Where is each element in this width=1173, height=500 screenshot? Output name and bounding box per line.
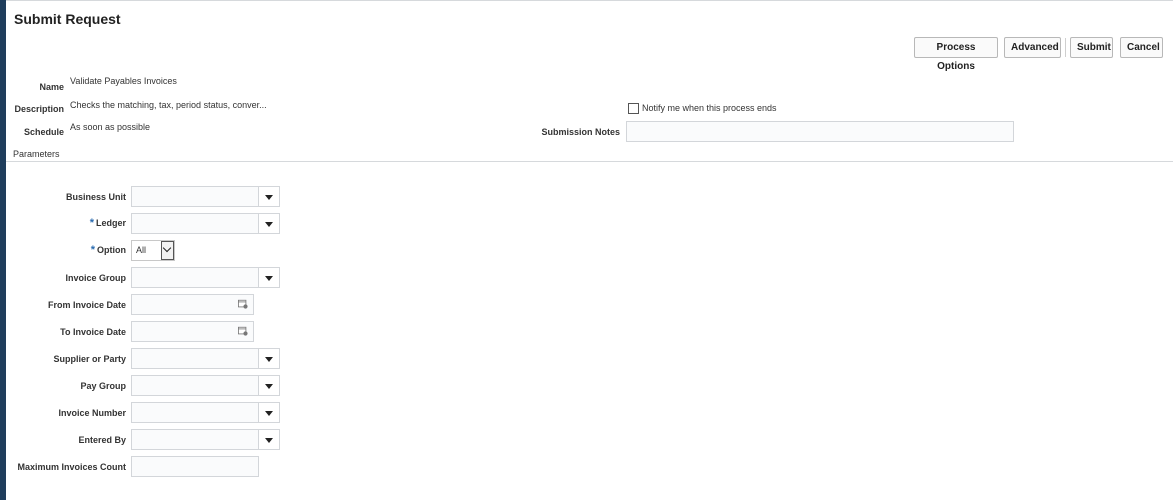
entered-by-combo[interactable] [131, 429, 280, 450]
pay-group-combo[interactable] [131, 375, 280, 396]
invoice-number-input[interactable] [132, 403, 262, 422]
advanced-button[interactable]: Advanced [1004, 37, 1061, 58]
option-selected-value: All [136, 245, 147, 255]
cancel-button[interactable]: Cancel [1120, 37, 1163, 58]
calendar-icon[interactable] [238, 326, 248, 336]
schedule-label: Schedule [23, 127, 64, 137]
parameters-divider [6, 161, 1173, 162]
name-label: Name [39, 82, 64, 92]
ledger-label: * Ledger [89, 217, 126, 229]
invoice-group-combo[interactable] [131, 267, 280, 288]
option-label: * Option [90, 244, 126, 256]
business-unit-input[interactable] [132, 187, 262, 206]
chevron-down-icon[interactable] [258, 349, 279, 368]
business-unit-label: Business Unit [65, 192, 126, 202]
chevron-down-icon[interactable] [161, 241, 174, 260]
parameters-label: Parameters [13, 149, 60, 159]
description-value: Checks the matching, tax, period status,… [70, 100, 267, 110]
chevron-down-icon[interactable] [258, 214, 279, 233]
supplier-or-party-combo[interactable] [131, 348, 280, 369]
top-divider [6, 0, 1173, 1]
name-value: Validate Payables Invoices [70, 76, 177, 86]
notify-label: Notify me when this process ends [642, 103, 777, 113]
notify-checkbox[interactable] [628, 103, 639, 114]
schedule-value: As soon as possible [70, 122, 151, 132]
chevron-down-icon[interactable] [258, 430, 279, 449]
chevron-down-icon[interactable] [258, 376, 279, 395]
pay-group-label: Pay Group [80, 381, 126, 391]
invoice-group-label: Invoice Group [65, 273, 126, 283]
required-marker: * [89, 217, 94, 229]
required-marker: * [90, 244, 95, 256]
calendar-icon[interactable] [238, 299, 248, 309]
ledger-combo[interactable] [131, 213, 280, 234]
option-select[interactable]: All [131, 240, 175, 261]
entered-by-input[interactable] [132, 430, 262, 449]
supplier-or-party-label: Supplier or Party [53, 354, 126, 364]
maximum-invoices-count-input[interactable] [131, 456, 259, 477]
chevron-down-icon[interactable] [258, 187, 279, 206]
maximum-invoices-count-label: Maximum Invoices Count [17, 462, 126, 472]
submission-notes-label: Submission Notes [541, 127, 620, 137]
toolbar-separator [1065, 38, 1066, 57]
pay-group-input[interactable] [132, 376, 262, 395]
to-invoice-date-input[interactable] [131, 321, 254, 342]
page-title: Submit Request [14, 11, 121, 27]
chevron-down-icon[interactable] [258, 268, 279, 287]
invoice-group-input[interactable] [132, 268, 262, 287]
ledger-input[interactable] [132, 214, 262, 233]
from-invoice-date-input[interactable] [131, 294, 254, 315]
chevron-down-icon[interactable] [258, 403, 279, 422]
window-edge [0, 0, 6, 500]
process-options-button[interactable]: Process Options [914, 37, 998, 72]
submission-notes-input[interactable] [626, 121, 1014, 142]
business-unit-combo[interactable] [131, 186, 280, 207]
to-invoice-date-label: To Invoice Date [60, 327, 126, 337]
invoice-number-label: Invoice Number [58, 408, 126, 418]
description-label: Description [14, 104, 64, 114]
from-invoice-date-label: From Invoice Date [47, 300, 126, 310]
supplier-or-party-input[interactable] [132, 349, 262, 368]
invoice-number-combo[interactable] [131, 402, 280, 423]
submit-button[interactable]: Submit [1070, 37, 1113, 58]
entered-by-label: Entered By [78, 435, 126, 445]
